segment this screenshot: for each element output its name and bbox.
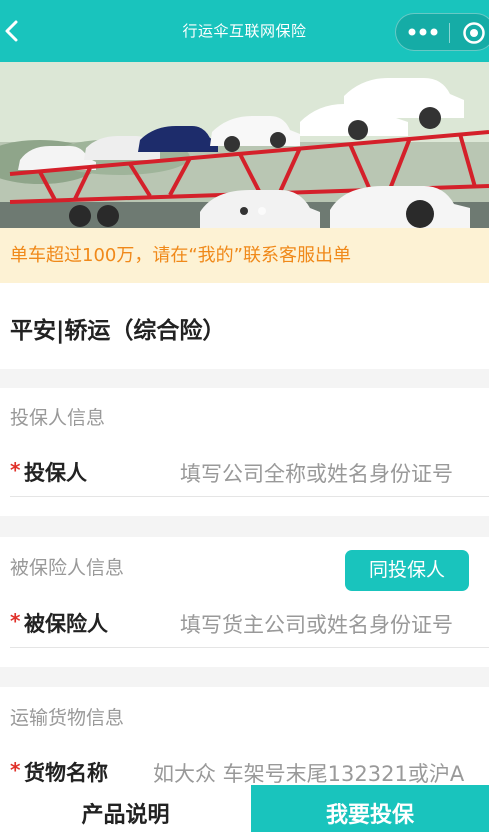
divider	[10, 647, 489, 648]
cargo-input[interactable]: 如大众 车架号末尾132321或沪A	[153, 758, 489, 788]
car-carrier-image	[0, 62, 489, 228]
cargo-section-title: 运输货物信息	[10, 707, 125, 729]
nav-bar: 行运伞互联网保险	[0, 0, 489, 62]
more-dots-icon[interactable]	[406, 22, 440, 42]
applicant-label: 投保人	[24, 461, 87, 485]
insured-label: 被保险人	[24, 612, 108, 636]
carousel-dot	[258, 207, 266, 215]
banner-carousel[interactable]	[0, 62, 489, 228]
carousel-dot-active	[240, 207, 248, 215]
applicant-section-title: 投保人信息	[10, 407, 106, 429]
applicant-input[interactable]: 填写公司全称或姓名身份证号	[180, 458, 489, 488]
cargo-section: 运输货物信息 * 货物名称 如大众 车架号末尾132321或沪A	[0, 687, 489, 788]
buy-insurance-button[interactable]: 我要投保	[251, 785, 489, 832]
miniprogram-capsule	[395, 13, 489, 51]
insured-section-title: 被保险人信息	[10, 557, 125, 579]
same-as-applicant-button[interactable]: 同投保人	[345, 550, 469, 591]
notice-banner: 单车超过100万，请在“我的”联系客服出单	[0, 228, 489, 283]
close-target-icon[interactable]	[462, 21, 486, 45]
capsule-divider	[449, 23, 450, 43]
bottom-action-bar: 产品说明 我要投保	[0, 785, 489, 832]
required-mark: *	[10, 458, 21, 482]
insured-input[interactable]: 填写货主公司或姓名身份证号	[180, 609, 489, 639]
product-card: 平安|轿运（综合险）	[0, 283, 489, 369]
applicant-section: 投保人信息 * 投保人 填写公司全称或姓名身份证号	[0, 388, 489, 516]
insured-section: 被保险人信息 同投保人 * 被保险人 填写货主公司或姓名身份证号	[0, 537, 489, 667]
required-mark: *	[10, 758, 21, 782]
required-mark: *	[10, 609, 21, 633]
divider	[10, 496, 489, 497]
product-name: 平安|轿运（综合险）	[10, 318, 226, 344]
product-description-button[interactable]: 产品说明	[0, 785, 251, 832]
cargo-label: 货物名称	[24, 761, 108, 785]
